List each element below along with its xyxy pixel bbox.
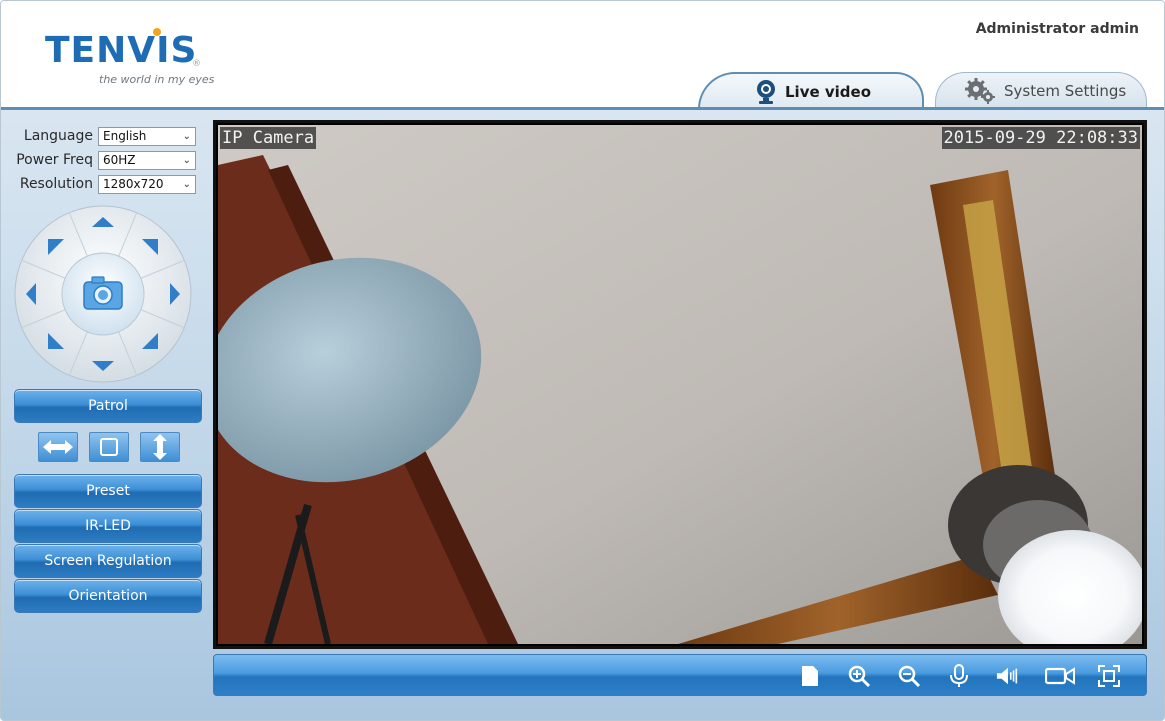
video-toolbar [213,654,1147,696]
fullscreen-icon [1098,665,1120,687]
zoom-out-button[interactable] [897,664,921,688]
gear-icon [965,78,995,104]
osd-timestamp: 2015-09-29 22:08:33 [941,127,1140,149]
zoom-in-icon [848,665,871,688]
power-freq-select[interactable]: 60HZ ⌄ [98,150,196,170]
app-window: TENVIS ® the world in my eyes Administra… [0,0,1165,721]
tab-system-settings[interactable]: System Settings [935,72,1147,109]
record-file-button[interactable] [798,664,822,688]
stop-square-icon [100,438,118,456]
snapshot-button[interactable] [83,276,123,310]
patrol-button[interactable]: Patrol [14,389,202,423]
resolution-select[interactable]: 1280x720 ⌄ [98,174,196,194]
ptz-joystick [14,205,192,383]
main-panel: Language English ⌄ Power Freq 60HZ ⌄ Res… [1,110,1164,720]
resolution-row: Resolution 1280x720 ⌄ [15,172,196,196]
power-freq-label: Power Freq [16,152,93,168]
speaker-button[interactable] [996,664,1020,688]
microphone-button[interactable] [947,664,971,688]
chevron-down-icon: ⌄ [182,154,191,166]
record-video-button[interactable] [1044,664,1076,688]
webcam-icon [757,79,775,104]
patrol-vertical-button[interactable] [140,432,180,462]
tab-system-settings-label: System Settings [1004,82,1127,100]
zoom-in-button[interactable] [847,664,871,688]
language-label: Language [23,128,93,144]
settings-panel: Language English ⌄ Power Freq 60HZ ⌄ Res… [15,124,196,196]
tab-live-video-label: Live video [785,82,872,101]
fullscreen-button[interactable] [1097,664,1121,688]
horizontal-arrows-icon [43,440,73,454]
logo-tagline: the world in my eyes [99,73,215,86]
patrol-stop-button[interactable] [89,432,129,462]
power-freq-value: 60HZ [103,153,136,167]
zoom-out-icon [898,665,921,688]
camera-scene [218,125,1142,644]
patrol-horizontal-button[interactable] [38,432,78,462]
live-video-frame[interactable]: IP Camera 2015-09-29 22:08:33 [213,120,1147,649]
logo: TENVIS ® the world in my eyes [45,28,214,86]
resolution-label: Resolution [19,176,93,192]
microphone-icon [950,664,968,687]
preset-button[interactable]: Preset [14,474,202,508]
chevron-down-icon: ⌄ [182,178,191,190]
ir-led-button[interactable]: IR-LED [14,509,202,543]
video-stream: IP Camera 2015-09-29 22:08:33 [218,125,1142,644]
chevron-down-icon: ⌄ [182,130,191,142]
language-row: Language English ⌄ [15,124,196,148]
user-label: Administrator admin [975,21,1139,37]
logo-word: TENVIS [45,30,198,71]
resolution-value: 1280x720 [103,177,164,191]
logo-dot [153,28,161,36]
orientation-button[interactable]: Orientation [14,579,202,613]
vertical-arrows-icon [153,434,167,460]
header: TENVIS ® the world in my eyes Administra… [1,1,1164,110]
speaker-icon [996,667,1018,685]
logo-registered-mark: ® [192,59,201,69]
language-select[interactable]: English ⌄ [98,126,196,146]
record-file-icon [802,666,818,686]
power-freq-row: Power Freq 60HZ ⌄ [15,148,196,172]
osd-camera-name: IP Camera [220,127,317,149]
screen-regulation-button[interactable]: Screen Regulation [14,544,202,578]
video-camera-icon [1045,667,1075,685]
language-value: English [103,129,147,143]
tab-live-video[interactable]: Live video [698,72,924,109]
